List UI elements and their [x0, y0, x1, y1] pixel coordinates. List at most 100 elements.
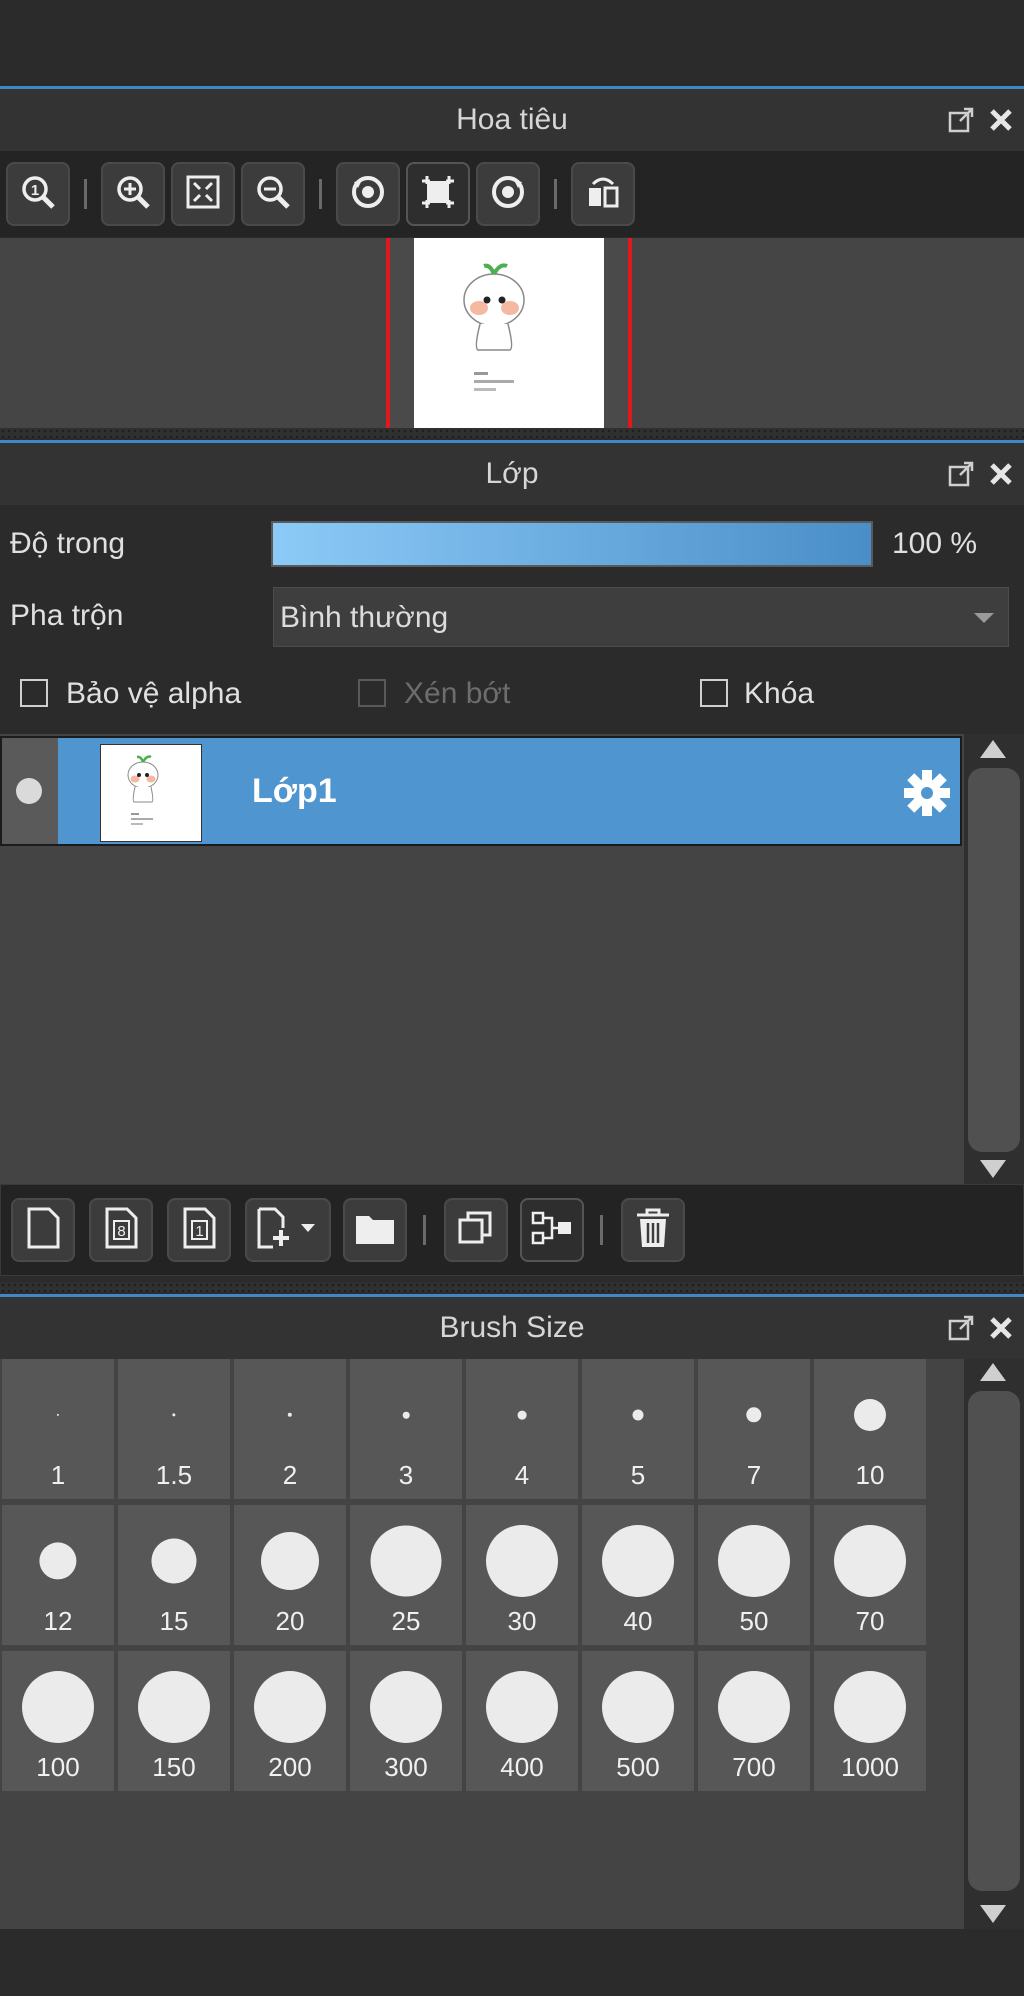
reset-rotation-button[interactable]	[406, 162, 470, 226]
flip-horizontal-icon	[583, 172, 623, 217]
flip-horizontal-button[interactable]	[571, 162, 635, 226]
toolbar-divider	[84, 179, 87, 209]
lock-checkbox[interactable]	[700, 679, 728, 707]
protect-alpha-checkbox[interactable]	[20, 679, 48, 707]
brush-size-label: 20	[275, 1606, 305, 1636]
rotate-right-icon	[488, 172, 528, 217]
folder-icon	[353, 1208, 397, 1253]
blend-mode-value: Bình thường	[280, 601, 449, 634]
blend-mode-select[interactable]: Bình thường	[273, 587, 1009, 647]
merge-down-button[interactable]	[520, 1198, 584, 1262]
brush-preview-dot	[602, 1671, 674, 1743]
brush-size-cell[interactable]: 10	[814, 1359, 926, 1499]
opacity-label: Độ trong	[10, 527, 126, 560]
duplicate-layer-button[interactable]	[444, 1198, 508, 1262]
layer-row-selected[interactable]: Lớp1	[58, 738, 960, 844]
brush-size-label: 25	[391, 1606, 421, 1636]
brush-size-cell[interactable]: 300	[350, 1651, 462, 1791]
brush-size-label: 70	[855, 1606, 885, 1636]
fit-button[interactable]	[171, 162, 235, 226]
close-icon[interactable]	[986, 1313, 1016, 1343]
brush-size-cell[interactable]: 7	[698, 1359, 810, 1499]
popout-icon[interactable]	[946, 459, 976, 489]
layer-visibility-toggle[interactable]	[2, 738, 58, 844]
rotate-left-button[interactable]	[336, 162, 400, 226]
brush-size-cell[interactable]: 70	[814, 1505, 926, 1645]
scroll-down-icon[interactable]	[980, 1160, 1006, 1183]
brush-preview-dot	[370, 1671, 442, 1743]
list-item[interactable]: Lớp1	[0, 736, 962, 846]
rotate-right-button[interactable]	[476, 162, 540, 226]
delete-icon	[633, 1206, 673, 1255]
zoom-out-button[interactable]	[241, 162, 305, 226]
brush-preview-dot	[602, 1525, 674, 1597]
brush-size-cell[interactable]: 5	[582, 1359, 694, 1499]
brush-size-label: 2	[282, 1460, 298, 1490]
brush-preview-dot	[632, 1409, 644, 1421]
brush-size-cell[interactable]: 1	[2, 1359, 114, 1499]
navigator-panel-header: Hoa tiêu	[0, 89, 1024, 151]
navigator-preview-area[interactable]	[0, 238, 1024, 428]
zoom-in-button[interactable]	[101, 162, 165, 226]
brush-preview-dot	[56, 1413, 60, 1417]
brush-size-cell[interactable]: 30	[466, 1505, 578, 1645]
new-layer-button[interactable]	[11, 1198, 75, 1262]
add-layer-menu-button[interactable]	[245, 1198, 331, 1262]
layers-title: Lớp	[485, 457, 539, 490]
brush-size-cell[interactable]: 15	[118, 1505, 230, 1645]
brush-size-scrollbar[interactable]	[964, 1359, 1024, 1929]
reset-rotation-icon	[418, 172, 458, 217]
panel-splitter[interactable]	[0, 1282, 1024, 1292]
layers-toolbar: 8 1	[0, 1184, 1024, 1276]
brush-size-cell[interactable]: 100	[2, 1651, 114, 1791]
zoom-actual-button[interactable]: 1	[6, 162, 70, 226]
brush-size-cell[interactable]: 20	[234, 1505, 346, 1645]
layer-list-scrollbar[interactable]	[964, 734, 1024, 1184]
brush-size-cell[interactable]: 50	[698, 1505, 810, 1645]
delete-layer-button[interactable]	[621, 1198, 685, 1262]
scroll-up-icon[interactable]	[980, 740, 1006, 763]
gear-icon[interactable]	[902, 768, 952, 823]
brush-size-cell[interactable]: 200	[234, 1651, 346, 1791]
brush-size-cell[interactable]: 25	[350, 1505, 462, 1645]
brush-size-cell[interactable]: 12	[2, 1505, 114, 1645]
brush-size-label: 10	[855, 1460, 885, 1490]
layers-panel-header: Lớp	[0, 443, 1024, 505]
brush-size-label: 400	[500, 1752, 544, 1782]
brush-size-cell[interactable]: 2	[234, 1359, 346, 1499]
brush-size-cell[interactable]: 400	[466, 1651, 578, 1791]
popout-icon[interactable]	[946, 105, 976, 135]
brush-size-cell[interactable]: 4	[466, 1359, 578, 1499]
brush-size-cell[interactable]: 1.5	[118, 1359, 230, 1499]
brush-size-cell[interactable]: 150	[118, 1651, 230, 1791]
new-8bit-layer-button[interactable]: 8	[89, 1198, 153, 1262]
layer-name: Lớp1	[252, 772, 337, 810]
brush-preview-dot	[486, 1525, 558, 1597]
navigator-viewport-frame[interactable]	[386, 238, 632, 428]
brush-size-cell[interactable]: 1000	[814, 1651, 926, 1791]
brush-size-cell[interactable]: 500	[582, 1651, 694, 1791]
toolbar-divider	[319, 179, 322, 209]
brush-preview-dot	[854, 1399, 886, 1431]
chevron-down-icon	[974, 612, 994, 630]
new-1bit-layer-button[interactable]: 1	[167, 1198, 231, 1262]
eye-dot-icon	[16, 778, 42, 804]
scrollbar-thumb[interactable]	[968, 1391, 1020, 1891]
clipping-checkbox[interactable]	[358, 679, 386, 707]
brush-size-label: 30	[507, 1606, 537, 1636]
brush-size-cell[interactable]: 3	[350, 1359, 462, 1499]
new-folder-button[interactable]	[343, 1198, 407, 1262]
toolbar-divider	[554, 179, 557, 209]
close-icon[interactable]	[986, 105, 1016, 135]
scroll-up-icon[interactable]	[980, 1363, 1006, 1386]
close-icon[interactable]	[986, 459, 1016, 489]
layer-list: Lớp1	[0, 734, 964, 1184]
popout-icon[interactable]	[946, 1313, 976, 1343]
panel-splitter[interactable]	[0, 428, 1024, 438]
brush-size-cell[interactable]: 700	[698, 1651, 810, 1791]
opacity-slider[interactable]	[271, 521, 873, 567]
brush-preview-dot	[718, 1671, 790, 1743]
brush-size-cell[interactable]: 40	[582, 1505, 694, 1645]
scrollbar-thumb[interactable]	[968, 768, 1020, 1152]
scroll-down-icon[interactable]	[980, 1905, 1006, 1928]
